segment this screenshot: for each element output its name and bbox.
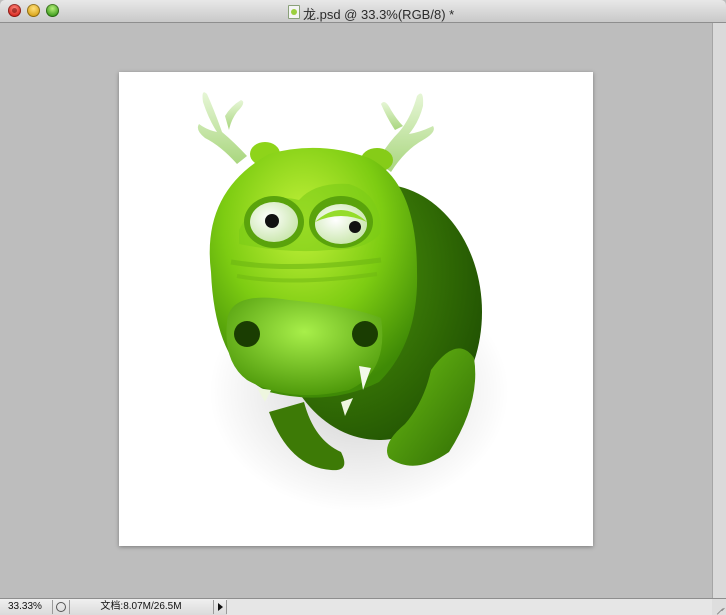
document-canvas[interactable] bbox=[119, 72, 593, 546]
close-window-button[interactable] bbox=[8, 4, 21, 17]
window-title: 龙.psd @ 33.3%(RGB/8) * bbox=[303, 7, 455, 22]
resize-grip-icon[interactable] bbox=[712, 599, 726, 615]
left-pupil bbox=[265, 214, 279, 228]
left-nostril bbox=[234, 321, 260, 347]
status-menu-arrow-icon[interactable] bbox=[213, 600, 227, 614]
psd-file-icon bbox=[288, 5, 300, 19]
title-bar[interactable]: 龙.psd @ 33.3%(RGB/8) * bbox=[0, 0, 726, 23]
zoom-level-field[interactable]: 33.33% bbox=[2, 600, 48, 614]
photoshop-document-window: 龙.psd @ 33.3%(RGB/8) * 33.33% 文档:8.07M/2… bbox=[0, 0, 726, 615]
dragon-artwork bbox=[197, 92, 509, 512]
document-size-info: 文档:8.07M/26.5M bbox=[100, 601, 182, 612]
right-nostril bbox=[352, 321, 378, 347]
horizontal-scrollbar[interactable] bbox=[227, 599, 712, 615]
vertical-scrollbar[interactable] bbox=[712, 23, 726, 598]
zoom-window-button[interactable] bbox=[46, 4, 59, 17]
right-pupil bbox=[349, 221, 361, 233]
minimize-window-button[interactable] bbox=[27, 4, 40, 17]
status-bar: 33.33% 文档:8.07M/26.5M bbox=[0, 598, 726, 615]
status-info-icon[interactable] bbox=[52, 600, 70, 614]
